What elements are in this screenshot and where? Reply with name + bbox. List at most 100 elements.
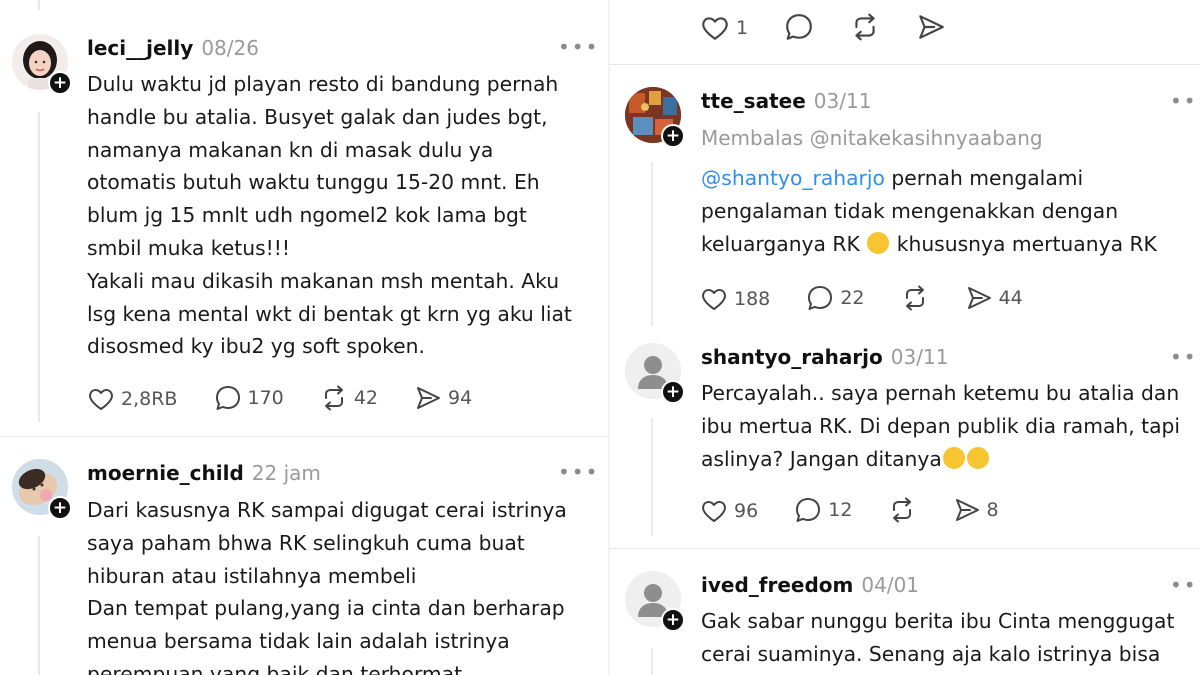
- post-text-line: disosmed ky ibu2 yg soft spoken.: [87, 334, 425, 359]
- post-body: @shantyo_raharjo pernah mengalami pengal…: [701, 162, 1157, 260]
- comment-count: 22: [840, 287, 865, 309]
- repost-arrows-icon: [905, 285, 924, 311]
- share-count: 8: [986, 499, 999, 521]
- share-count: 94: [448, 387, 473, 409]
- like-button[interactable]: 2,8RB: [87, 386, 177, 412]
- more-dots-icon[interactable]: •••: [1170, 575, 1200, 595]
- repost-count: 42: [353, 387, 378, 409]
- post-body: Dulu waktu jd playan resto di bandung pe…: [87, 68, 572, 363]
- post-text-line: handle bu atalia. Busyet galak dan judes…: [87, 104, 548, 129]
- share-button[interactable]: 44: [965, 284, 1023, 312]
- repost-arrows-icon: [324, 385, 343, 411]
- thread-line: [651, 162, 653, 326]
- username[interactable]: tte_satee: [701, 89, 806, 113]
- post-text-line: keluarganya RK khususnya mertuanya RK: [701, 228, 1157, 261]
- right-feed-panel: 1 + tte_satee 03/11 ••• Membalas @nitakek…: [610, 0, 1200, 675]
- post-body: Dari kasusnya RK sampai digugat cerai is…: [87, 494, 567, 675]
- share-button[interactable]: 8: [953, 496, 999, 524]
- repost-button[interactable]: 42: [320, 384, 378, 412]
- repost-button[interactable]: [888, 496, 916, 524]
- left-feed-panel: + leci__jelly 08/26 ••• Dulu waktu jd pla…: [0, 0, 608, 675]
- username[interactable]: shantyo_raharjo: [701, 345, 883, 369]
- heart-outline-icon: [702, 501, 726, 522]
- reply-indicator[interactable]: Membalas @nitakekasihnyaabang: [701, 126, 1043, 150]
- follow-plus-icon[interactable]: +: [661, 380, 685, 404]
- username[interactable]: ived_freedom: [701, 573, 853, 597]
- username[interactable]: leci__jelly: [87, 36, 193, 60]
- like-button[interactable]: 188: [700, 286, 770, 312]
- post-text-line: aslinya? Jangan ditanya: [701, 443, 1180, 476]
- like-count: 1: [736, 17, 749, 39]
- post-header: ived_freedom 04/01: [701, 573, 919, 597]
- follow-plus-icon[interactable]: +: [661, 608, 685, 632]
- post-text-line: menua bersama tidak lain adalah istrinya: [87, 629, 510, 654]
- post-text-line: perempuan yang baik dan terhormat: [87, 661, 463, 675]
- mention-link[interactable]: @shantyo_raharjo: [701, 166, 885, 190]
- thread-line: [38, 112, 40, 422]
- more-dots-icon[interactable]: •••: [558, 37, 599, 57]
- like-button[interactable]: 96: [700, 498, 758, 524]
- send-plane-icon: [417, 387, 441, 409]
- post-text-line: Gak sabar nunggu berita ibu Cinta menggu…: [701, 609, 1175, 633]
- post-header: shantyo_raharjo 03/11: [701, 345, 948, 369]
- like-count: 96: [734, 500, 759, 522]
- heart-outline-icon: [702, 17, 728, 40]
- post-divider: [0, 436, 608, 437]
- comment-button[interactable]: 22: [806, 284, 865, 312]
- post-text-line: blum jg 15 mnlt udh ngomel2 kok lama bgt: [87, 203, 527, 228]
- post-date: 08/26: [201, 36, 259, 60]
- post-text-line: cerai suaminya. Senang aja kalo istrinya…: [701, 641, 1161, 666]
- comment-button[interactable]: [784, 12, 814, 42]
- post-text-line: smbil muka ketus!!!: [87, 235, 291, 260]
- post-header: moernie_child 22 jam: [87, 461, 321, 485]
- post-actions: 1: [700, 12, 976, 42]
- more-dots-icon[interactable]: •••: [1170, 347, 1200, 367]
- rolling-laughing-emoji-icon: [942, 446, 965, 469]
- repost-arrows-icon: [893, 497, 912, 523]
- post-text-line: Dulu waktu jd playan resto di bandung pe…: [87, 72, 559, 96]
- comment-count: 12: [828, 499, 853, 521]
- share-button[interactable]: [916, 12, 946, 42]
- username[interactable]: moernie_child: [87, 461, 244, 485]
- share-button[interactable]: 94: [414, 384, 472, 412]
- post-body: Percayalah.. saya pernah ketemu bu atali…: [701, 377, 1180, 475]
- thread-line: [38, 0, 40, 10]
- comment-button[interactable]: 170: [214, 384, 284, 412]
- post-date: 03/11: [890, 345, 949, 369]
- heart-outline-icon: [702, 289, 726, 310]
- post-text-fragment: khususnya mertuanya RK: [896, 231, 1157, 256]
- post-text-line: Dan tempat pulang,yang ia cinta dan berh…: [87, 596, 565, 621]
- post-divider: [610, 64, 1200, 65]
- post-header: leci__jelly 08/26: [87, 36, 259, 60]
- post-actions: 96 12 8: [700, 496, 1029, 526]
- post-text-fragment: aslinya? Jangan ditanya: [701, 446, 942, 471]
- post-text-line: namanya makanan kn di masak dulu ya: [87, 137, 494, 162]
- repost-button[interactable]: [901, 284, 929, 312]
- post-header: tte_satee 03/11: [701, 89, 871, 113]
- speech-bubble-icon: [808, 286, 833, 310]
- post-actions: 2,8RB 170 42 94: [87, 384, 502, 414]
- send-plane-icon: [919, 15, 945, 39]
- follow-plus-icon[interactable]: +: [661, 124, 685, 148]
- repost-button[interactable]: [850, 12, 880, 42]
- post-text-line: Yakali mau dikasih makanan msh mentah. A…: [87, 268, 560, 293]
- like-button[interactable]: 1: [700, 14, 748, 42]
- post-actions: 188 22 44: [700, 284, 1053, 314]
- post-body: Gak sabar nunggu berita ibu Cinta menggu…: [701, 605, 1174, 671]
- more-dots-icon[interactable]: •••: [1170, 91, 1200, 111]
- post-text-line: @shantyo_raharjo pernah mengalami: [701, 162, 1157, 195]
- post-text-line: Dari kasusnya RK sampai digugat cerai is…: [87, 498, 567, 522]
- post-date: 03/11: [813, 89, 872, 113]
- rolling-laughing-emoji-icon: [867, 231, 890, 254]
- post-date: 04/01: [861, 573, 920, 597]
- post-text-fragment: pernah mengalami: [891, 166, 1084, 190]
- follow-plus-icon[interactable]: +: [48, 496, 72, 520]
- post-text-line: hiburan atau istilahnya membeli: [87, 563, 417, 588]
- send-plane-icon: [967, 287, 991, 309]
- thread-line: [38, 536, 40, 675]
- comment-button[interactable]: 12: [794, 496, 852, 524]
- more-dots-icon[interactable]: •••: [558, 462, 599, 482]
- post-date: 22 jam: [251, 461, 321, 485]
- follow-plus-icon[interactable]: +: [48, 71, 72, 95]
- thread-line: [651, 648, 653, 675]
